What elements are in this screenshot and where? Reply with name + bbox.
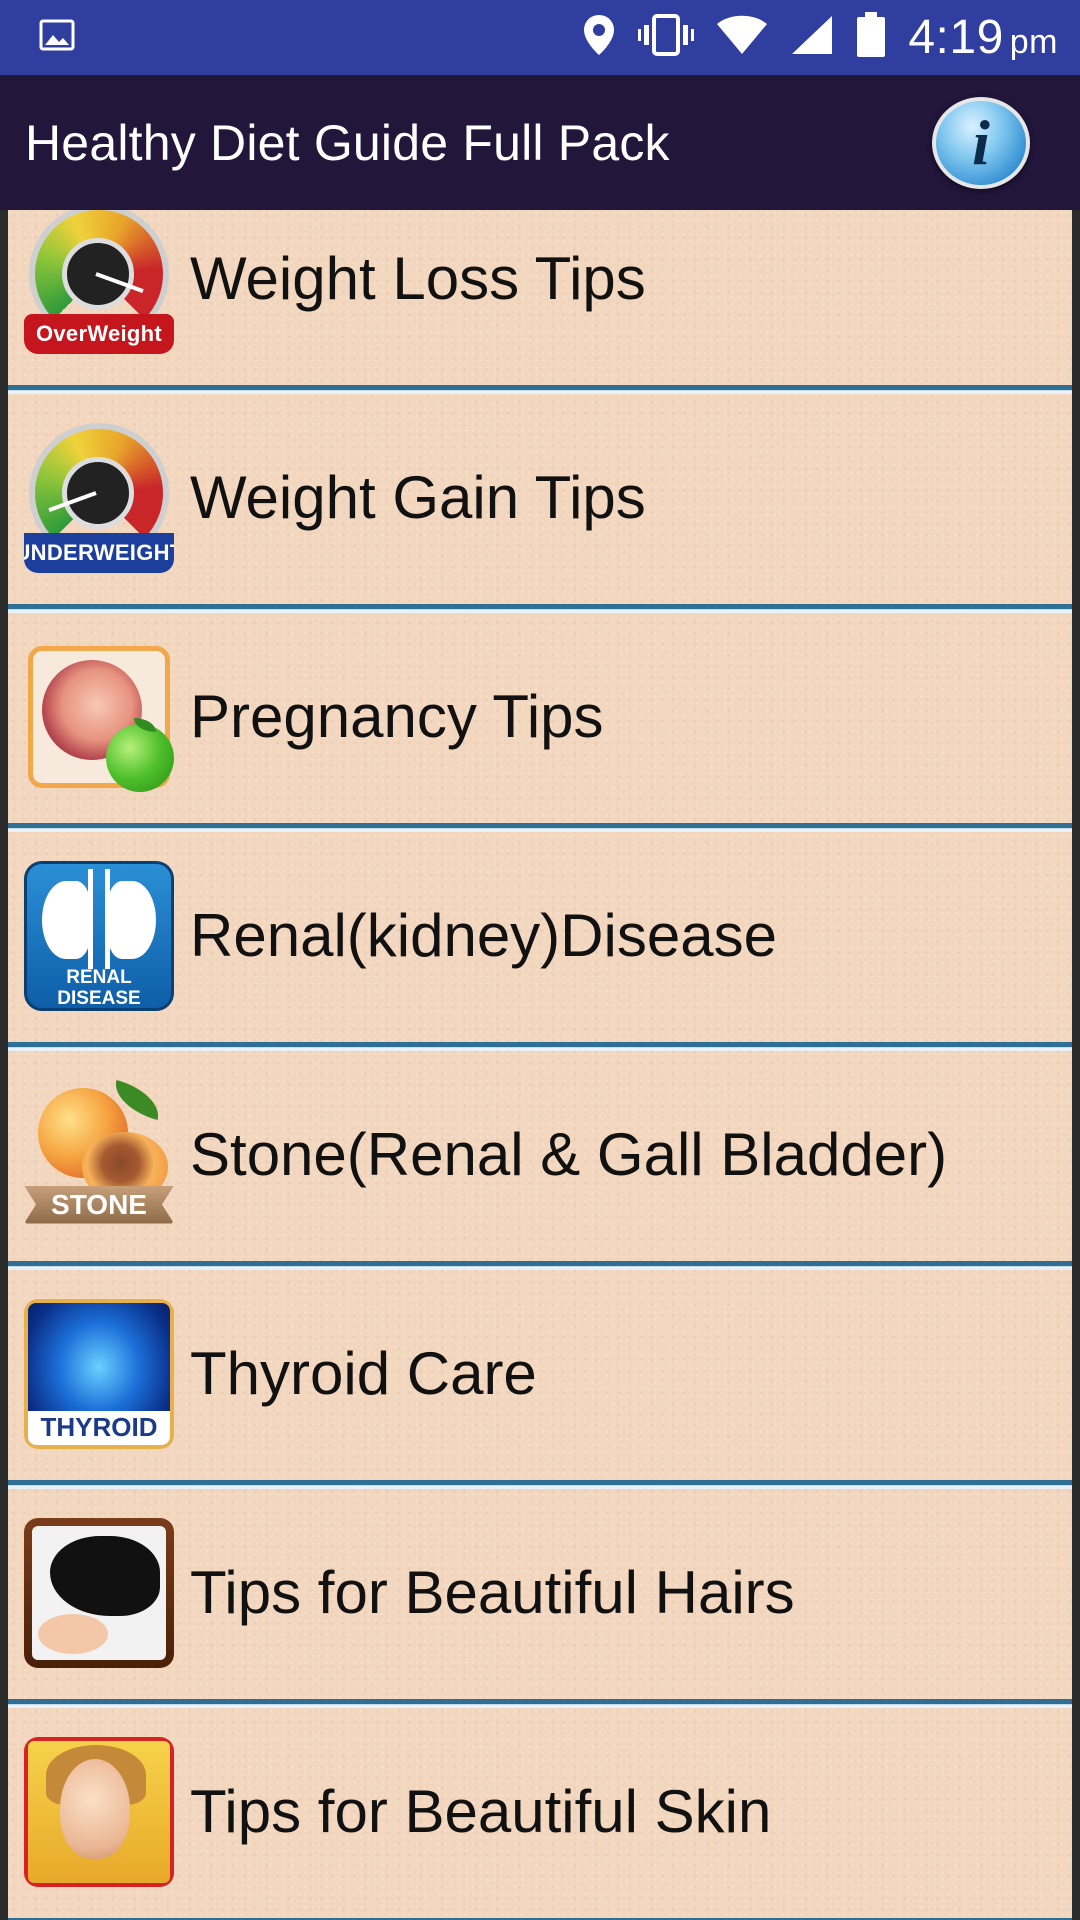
list-item-label: Stone(Renal & Gall Bladder): [190, 1121, 948, 1188]
list-item-pregnancy[interactable]: Pregnancy Tips: [8, 610, 1072, 829]
clock-time: 4:19: [908, 11, 1004, 64]
location-icon: [582, 13, 616, 62]
image-icon: [38, 16, 76, 59]
list-item-weight-loss[interactable]: OverWeight Weight Loss Tips: [8, 210, 1072, 391]
underweight-gauge-icon: UNDERWEIGHT: [24, 422, 174, 573]
hair-icon: [24, 1517, 174, 1668]
status-right: 4:19 pm: [582, 10, 1058, 65]
list-item-label: Tips for Beautiful Hairs: [190, 1559, 795, 1626]
category-list: OverWeight Weight Loss Tips UNDERWEIGHT …: [8, 210, 1072, 1920]
pregnancy-icon: [24, 642, 174, 792]
app-title: Healthy Diet Guide Full Pack: [25, 114, 670, 171]
thyroid-icon: THYROID: [24, 1298, 174, 1449]
list-item-label: Tips for Beautiful Skin: [190, 1778, 772, 1845]
stone-badge: STONE: [24, 1185, 174, 1224]
battery-icon: [856, 12, 886, 63]
list-item-beautiful-hairs[interactable]: Tips for Beautiful Hairs: [8, 1486, 1072, 1705]
skin-icon: [24, 1736, 174, 1887]
list-item-label: Weight Loss Tips: [190, 245, 646, 312]
renal-badge-line2: DISEASE: [57, 987, 141, 1009]
underweight-badge: UNDERWEIGHT: [24, 532, 174, 573]
renal-badge: RENAL DISEASE: [24, 967, 174, 1009]
clock-ampm: pm: [1009, 23, 1058, 61]
status-left: [38, 16, 582, 59]
list-item-label: Thyroid Care: [190, 1340, 537, 1407]
list-item-label: Renal(kidney)Disease: [190, 902, 777, 969]
renal-disease-icon: RENAL DISEASE: [24, 860, 174, 1011]
list-item-stone[interactable]: STONE Stone(Renal & Gall Bladder): [8, 1048, 1072, 1267]
thyroid-badge: THYROID: [28, 1410, 170, 1445]
info-icon: i: [972, 106, 990, 178]
list-item-renal-disease[interactable]: RENAL DISEASE Renal(kidney)Disease: [8, 829, 1072, 1048]
overweight-badge: OverWeight: [24, 313, 174, 354]
status-bar: 4:19 pm: [0, 0, 1080, 75]
list-item-weight-gain[interactable]: UNDERWEIGHT Weight Gain Tips: [8, 391, 1072, 610]
app-bar: Healthy Diet Guide Full Pack i: [0, 75, 1080, 210]
wifi-icon: [716, 14, 768, 61]
overweight-gauge-icon: OverWeight: [24, 210, 174, 354]
list-item-thyroid[interactable]: THYROID Thyroid Care: [8, 1267, 1072, 1486]
list-item-label: Weight Gain Tips: [190, 464, 646, 531]
vibrate-icon: [638, 13, 695, 62]
status-time: 4:19 pm: [908, 10, 1058, 65]
list-item-label: Pregnancy Tips: [190, 683, 604, 750]
info-button[interactable]: i: [932, 96, 1030, 189]
signal-icon: [790, 14, 834, 61]
stone-peach-icon: STONE: [24, 1079, 174, 1230]
list-item-beautiful-skin[interactable]: Tips for Beautiful Skin: [8, 1705, 1072, 1920]
renal-badge-line1: RENAL: [66, 966, 132, 988]
